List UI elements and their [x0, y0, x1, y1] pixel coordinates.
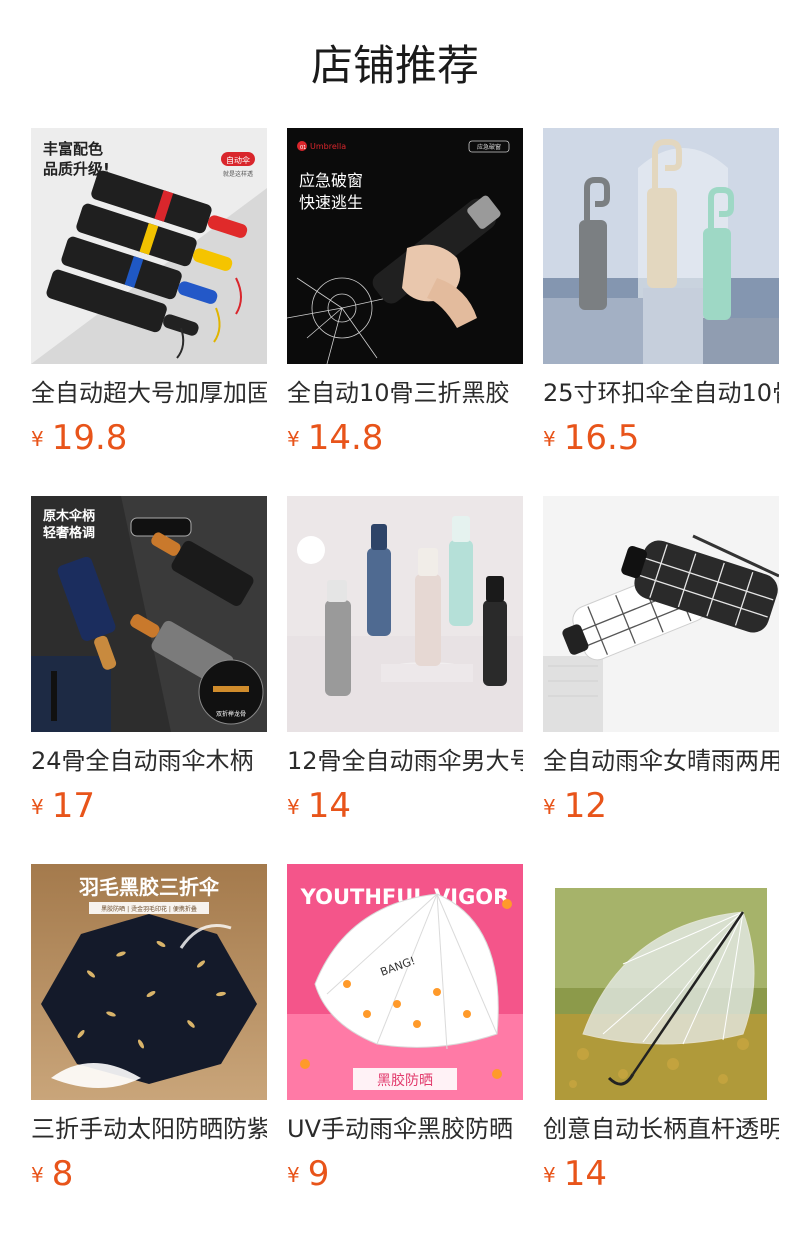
product-price: ¥9: [287, 1154, 329, 1194]
currency-symbol: ¥: [287, 1163, 300, 1187]
product-card[interactable]: 原木伞柄 轻奢格调 双折榉龙骨 24骨全自动雨伞木柄 ¥17: [31, 496, 267, 836]
product-name[interactable]: 全自动超大号加厚加固: [31, 376, 267, 410]
product-price: ¥19.8: [31, 418, 127, 458]
product-card[interactable]: YOUTHFUL VIGOR BANG! 黑胶防晒 UV手动雨伞黑胶防晒 ¥9: [287, 864, 523, 1204]
currency-symbol: ¥: [31, 1163, 44, 1187]
currency-symbol: ¥: [287, 795, 300, 819]
product-price: ¥14.8: [287, 418, 383, 458]
product-image[interactable]: 01 Umbrella 应急破窗 应急破窗 快速逃生: [287, 128, 523, 364]
currency-symbol: ¥: [31, 427, 44, 451]
product-price: ¥8: [31, 1154, 73, 1194]
image-text: 快速逃生: [299, 193, 363, 212]
product-card[interactable]: 创意自动长柄直杆透明伞 ¥14: [543, 864, 779, 1204]
product-price: ¥12: [543, 786, 607, 826]
product-name[interactable]: UV手动雨伞黑胶防晒: [287, 1112, 523, 1146]
image-subtext: 黑胶防晒 | 烫金羽毛印花 | 便携折叠: [101, 905, 197, 913]
product-price: ¥17: [31, 786, 95, 826]
price-value: 14: [563, 1154, 607, 1194]
product-image[interactable]: [287, 496, 523, 732]
price-value: 12: [563, 786, 607, 826]
product-price: ¥16.5: [543, 418, 639, 458]
page-title: 店铺推荐: [310, 41, 479, 90]
product-name[interactable]: 24骨全自动雨伞木柄: [31, 744, 267, 778]
product-card[interactable]: 01 Umbrella 应急破窗 应急破窗 快速逃生 全自动10骨三折黑胶 ¥ …: [287, 128, 523, 468]
image-badge: 黑胶防晒: [377, 1072, 433, 1089]
product-name[interactable]: 三折手动太阳防晒防紫外线: [31, 1112, 267, 1146]
price-value: 16.5: [563, 418, 640, 458]
price-value: 9: [307, 1154, 330, 1194]
image-badge-sub: 就是这样透: [223, 170, 253, 178]
price-value: 17: [51, 786, 95, 826]
image-tag: Umbrella: [310, 142, 346, 151]
product-image[interactable]: 羽毛黑胶三折伞 黑胶防晒 | 烫金羽毛印花 | 便携折叠: [31, 864, 267, 1100]
image-text: 应急破窗: [299, 171, 363, 190]
price-value: 14.8: [307, 418, 384, 458]
price-value: 14: [307, 786, 351, 826]
image-text: 原木伞柄: [43, 508, 95, 524]
product-image[interactable]: [543, 496, 779, 732]
product-name[interactable]: 25寸环扣伞全自动10骨: [543, 376, 779, 410]
product-image[interactable]: 原木伞柄 轻奢格调 双折榉龙骨: [31, 496, 267, 732]
product-image[interactable]: [543, 864, 779, 1100]
product-image[interactable]: YOUTHFUL VIGOR BANG! 黑胶防晒: [287, 864, 523, 1100]
product-card[interactable]: 全自动雨伞女晴雨两用 ¥12: [543, 496, 779, 836]
image-badge: 自动伞: [226, 155, 250, 165]
price-value: 8: [51, 1154, 74, 1194]
product-price: ¥14: [287, 786, 351, 826]
product-price: ¥14: [543, 1154, 607, 1194]
currency-symbol: ¥: [543, 1163, 556, 1187]
product-name[interactable]: 12骨全自动雨伞男大号: [287, 744, 523, 778]
image-tag-number: 01: [300, 145, 306, 151]
product-name[interactable]: 全自动雨伞女晴雨两用: [543, 744, 779, 778]
image-text: 轻奢格调: [43, 525, 95, 541]
image-badge: 应急破窗: [477, 143, 501, 151]
product-card[interactable]: 12骨全自动雨伞男大号 ¥14: [287, 496, 523, 836]
currency-symbol: ¥: [543, 795, 556, 819]
currency-symbol: ¥: [543, 427, 556, 451]
currency-symbol: ¥: [287, 427, 300, 451]
currency-symbol: ¥: [31, 795, 44, 819]
price-value: 19.8: [51, 418, 128, 458]
product-card[interactable]: 丰富配色 品质升级! 自动伞 就是这样透 全自动超大号加厚加固 ¥ 19.8: [31, 128, 267, 468]
image-text: 羽毛黑胶三折伞: [79, 875, 220, 899]
image-text: 丰富配色: [43, 140, 103, 158]
image-badge: 双折榉龙骨: [216, 710, 246, 718]
product-card[interactable]: 羽毛黑胶三折伞 黑胶防晒 | 烫金羽毛印花 | 便携折叠 三折手动太阳防晒防紫 …: [31, 864, 267, 1204]
product-image[interactable]: 丰富配色 品质升级! 自动伞 就是这样透: [31, 128, 267, 364]
product-name[interactable]: 创意自动长柄直杆透明伞: [543, 1112, 779, 1146]
product-image[interactable]: [543, 128, 779, 364]
product-card[interactable]: 25寸环扣伞全自动10骨 ¥16.5: [543, 128, 779, 468]
product-name[interactable]: 全自动10骨三折黑胶: [287, 376, 523, 410]
